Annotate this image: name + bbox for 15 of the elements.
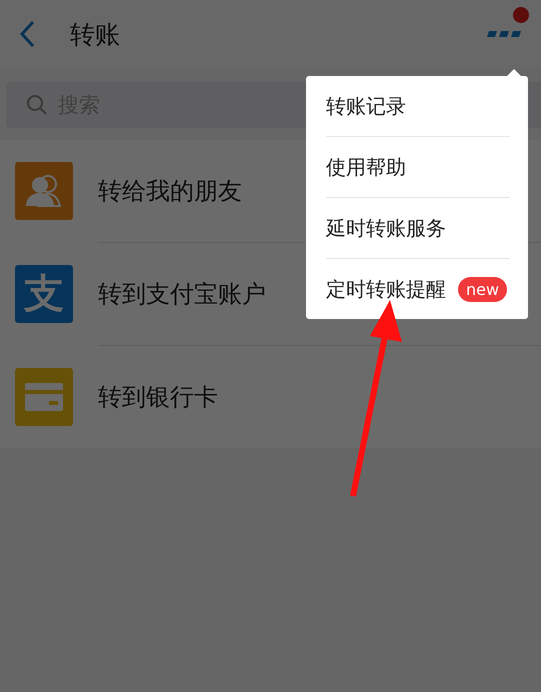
transfer-option[interactable]: 转到支付宝账户 xyxy=(98,278,266,310)
transfer-option[interactable]: 转到银行卡 xyxy=(98,381,218,413)
menu-item[interactable]: 定时转账提醒 xyxy=(326,276,446,302)
contacts-icon xyxy=(15,162,73,220)
new-badge: new xyxy=(458,276,508,302)
menu-item[interactable]: 延时转账服务 xyxy=(326,214,446,242)
card-icon xyxy=(15,368,73,426)
search-icon xyxy=(26,94,48,116)
alipay-logo-icon: 支 xyxy=(15,265,73,323)
more-icon xyxy=(487,30,521,38)
back-icon xyxy=(18,20,36,48)
transfer-option[interactable]: 转给我的朋友 xyxy=(98,175,242,207)
menu-item[interactable]: 转账记录 xyxy=(326,92,406,120)
menu-item[interactable]: 使用帮助 xyxy=(326,154,406,180)
page-title: 转账 xyxy=(70,18,121,50)
